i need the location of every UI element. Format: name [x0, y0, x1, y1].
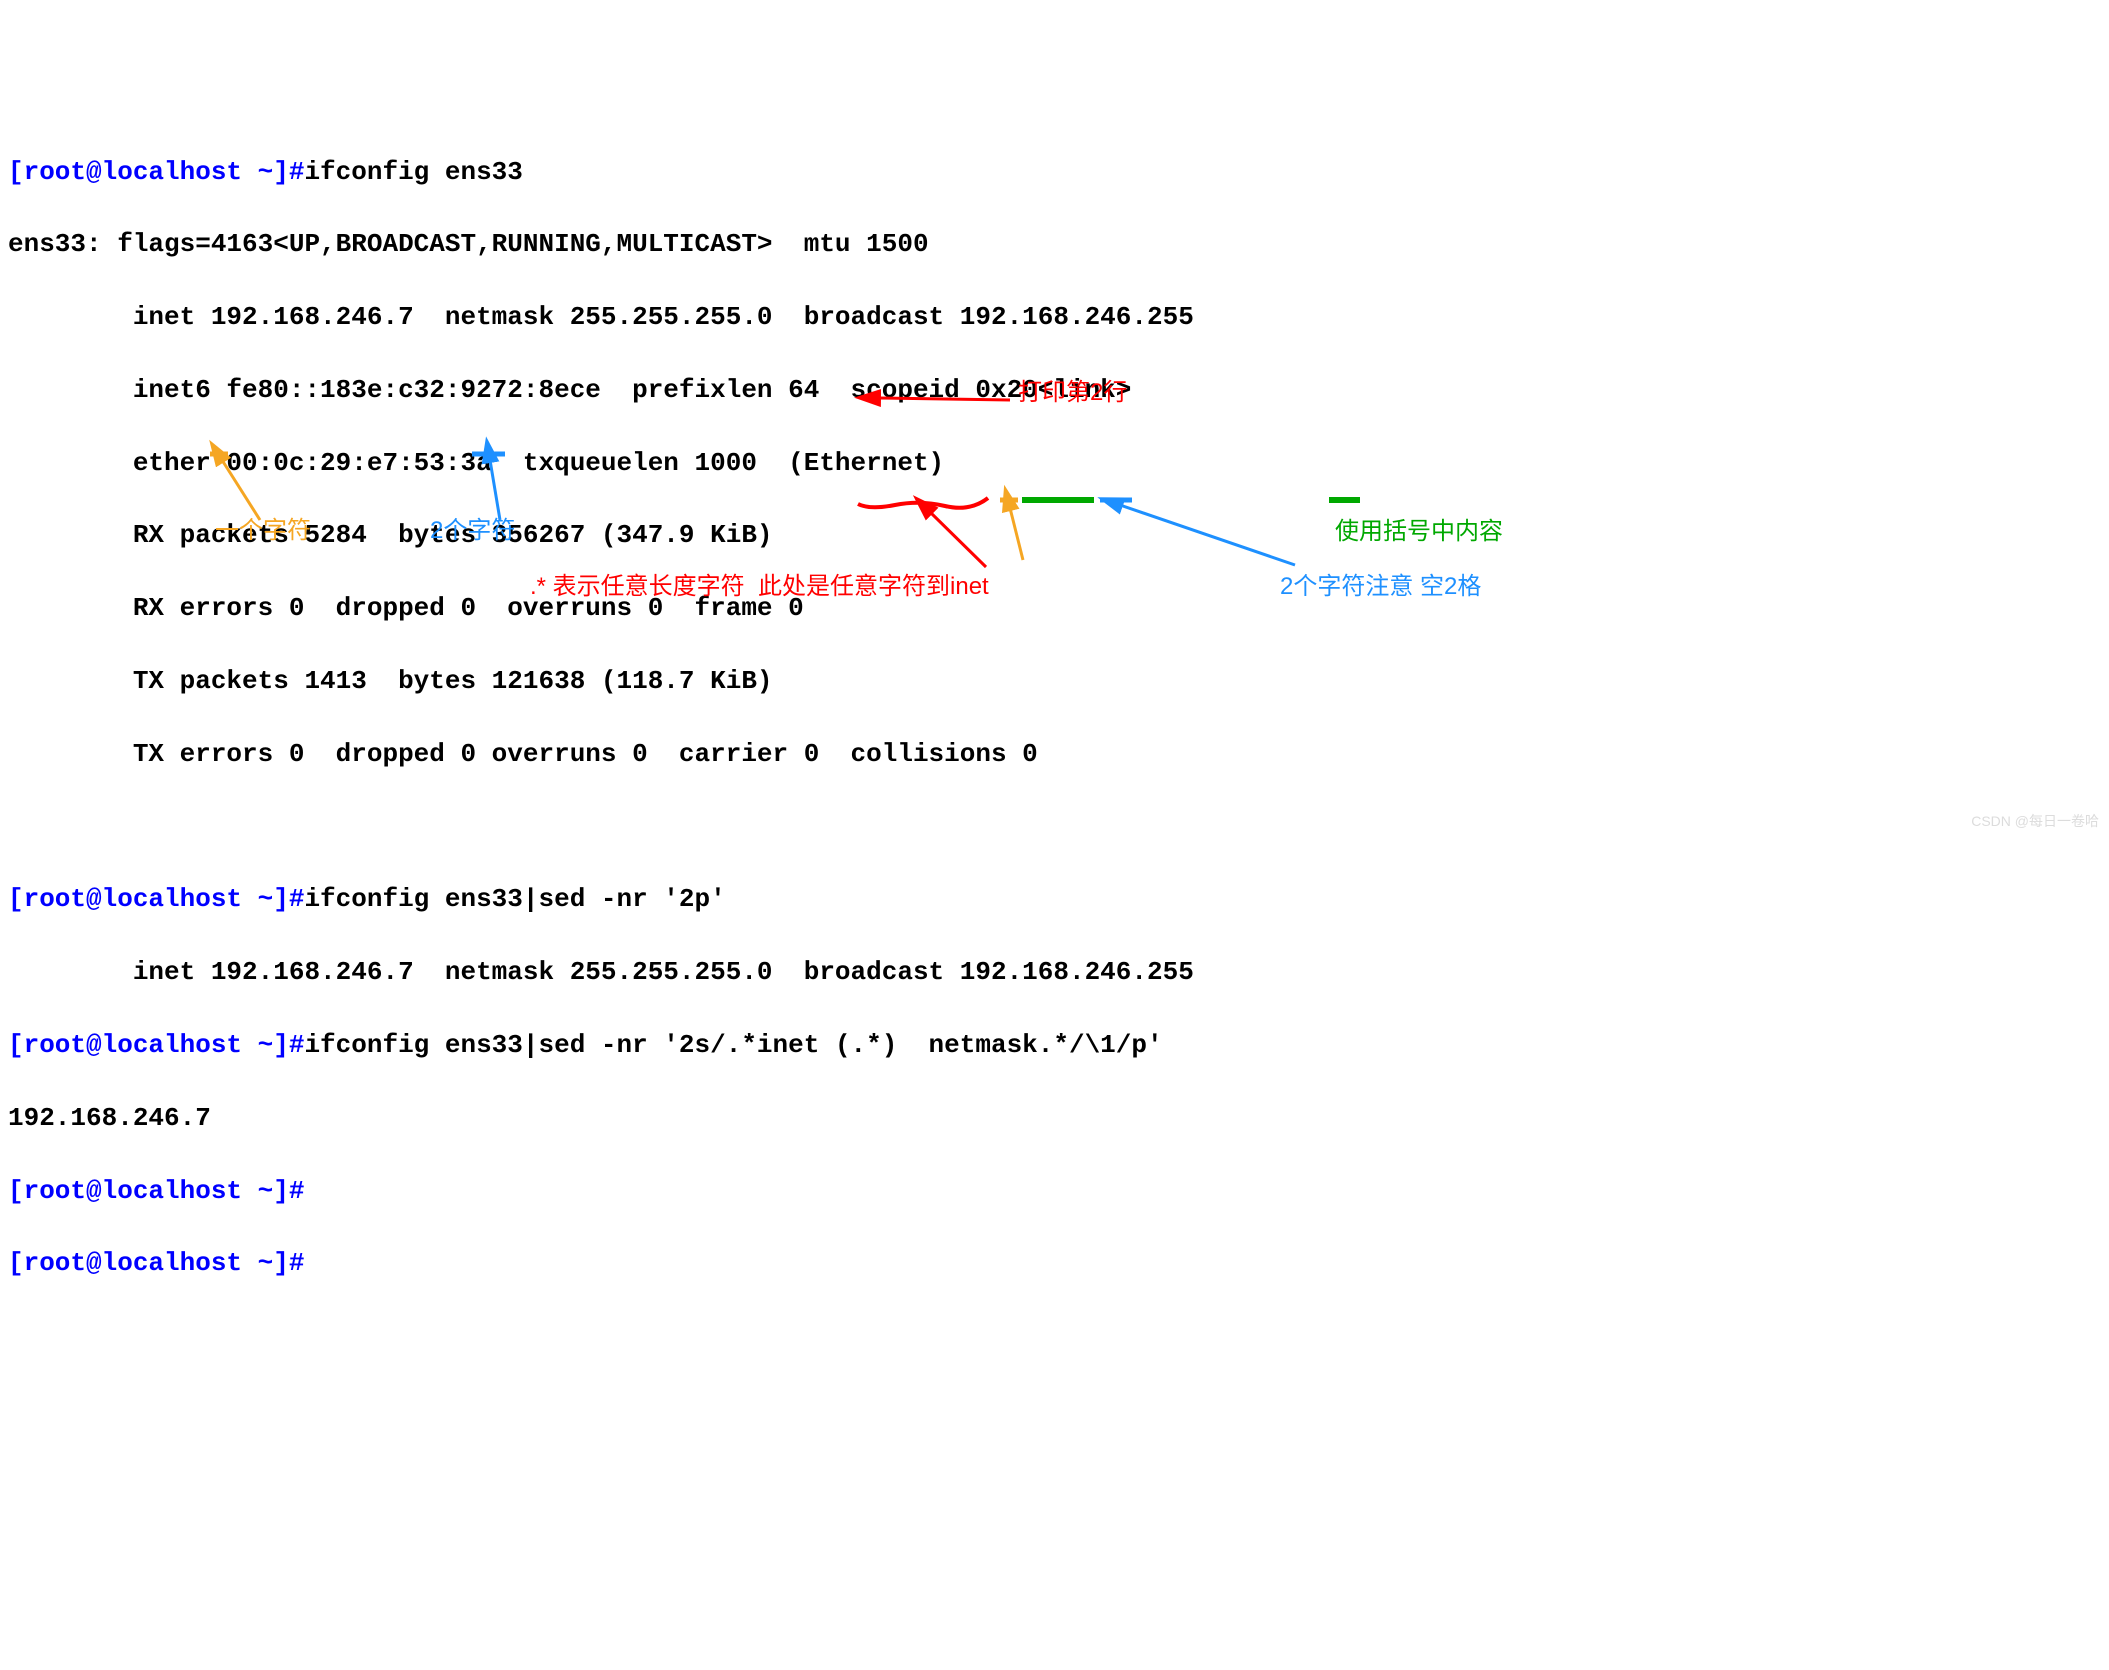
- ifconfig-output-line: inet 192.168.246.7 netmask 255.255.255.0…: [8, 299, 2101, 335]
- prompt-prefix: [root@localhost ~]#: [8, 157, 304, 187]
- annotation-overlay: [0, 0, 2109, 835]
- ifconfig-output-line: TX errors 0 dropped 0 overruns 0 carrier…: [8, 736, 2101, 772]
- annotation-one-char: 一个字符: [215, 514, 311, 548]
- terminal-line-1: [root@localhost ~]#ifconfig ens33: [8, 154, 2101, 190]
- annotation-two-chars-left: 2个字符: [430, 514, 515, 548]
- prompt-prefix: [root@localhost ~]#: [8, 1030, 304, 1060]
- command-text: ifconfig ens33: [304, 157, 522, 187]
- terminal-line-3: [root@localhost ~]#ifconfig ens33|sed -n…: [8, 1027, 2101, 1063]
- annotation-dotstar-note: .* 表示任意长度字符 此处是任意字符到inet: [530, 570, 989, 604]
- ifconfig-output-line: RX packets 5284 bytes 356267 (347.9 KiB): [8, 517, 2101, 553]
- command-text: ifconfig ens33|sed -nr '2s/.*inet (.*) n…: [304, 1030, 1162, 1060]
- terminal-line-2: [root@localhost ~]#ifconfig ens33|sed -n…: [8, 881, 2101, 917]
- blank-line: [8, 809, 2101, 845]
- prompt-prefix: [root@localhost ~]#: [8, 1248, 304, 1278]
- terminal-line-5: [root@localhost ~]#: [8, 1245, 2101, 1281]
- annotation-two-chars-space: 2个字符注意 空2格: [1280, 570, 1481, 604]
- ifconfig-output-line: ether 00:0c:29:e7:53:3a txqueuelen 1000 …: [8, 445, 2101, 481]
- prompt-prefix: [root@localhost ~]#: [8, 1176, 304, 1206]
- annotation-use-parentheses: 使用括号中内容: [1335, 515, 1503, 549]
- sed-output-line: inet 192.168.246.7 netmask 255.255.255.0…: [8, 954, 2101, 990]
- watermark: CSDN @每日一卷哈: [1971, 812, 2099, 832]
- ifconfig-output-line: ens33: flags=4163<UP,BROADCAST,RUNNING,M…: [8, 226, 2101, 262]
- sed-output-line-ip: 192.168.246.7: [8, 1100, 2101, 1136]
- prompt-prefix: [root@localhost ~]#: [8, 884, 304, 914]
- terminal-line-4: [root@localhost ~]#: [8, 1173, 2101, 1209]
- ifconfig-output-line: TX packets 1413 bytes 121638 (118.7 KiB): [8, 663, 2101, 699]
- ifconfig-output-line: RX errors 0 dropped 0 overruns 0 frame 0: [8, 590, 2101, 626]
- annotation-print-line-2: 打印第2行: [1018, 376, 1127, 410]
- command-text: ifconfig ens33|sed -nr '2p': [304, 884, 725, 914]
